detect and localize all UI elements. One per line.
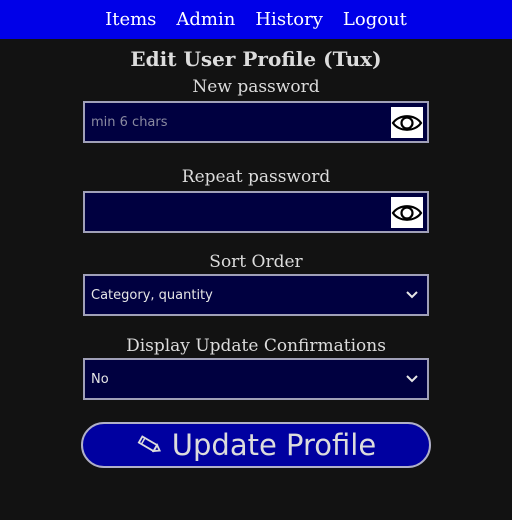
repeat-password-field-wrapper — [83, 191, 429, 233]
nav-history[interactable]: History — [255, 9, 323, 30]
show-password-toggle[interactable] — [391, 107, 423, 138]
sort-order-label: Sort Order — [209, 252, 303, 272]
show-repeat-password-toggle[interactable] — [391, 197, 423, 228]
update-profile-button[interactable]: Update Profile — [81, 422, 431, 468]
new-password-label: New password — [192, 77, 320, 97]
eye-icon — [391, 114, 423, 131]
display-confirmations-label: Display Update Confirmations — [126, 336, 386, 356]
update-profile-label: Update Profile — [171, 428, 377, 462]
page-title: Edit User Profile (Tux) — [130, 47, 382, 71]
nav-items[interactable]: Items — [105, 9, 156, 30]
new-password-field-wrapper — [83, 101, 429, 143]
new-password-input[interactable] — [85, 103, 427, 141]
repeat-password-input[interactable] — [85, 193, 427, 231]
chevron-down-icon — [406, 291, 418, 299]
repeat-password-label: Repeat password — [181, 167, 331, 187]
display-confirmations-select[interactable]: No — [83, 358, 429, 400]
eye-icon — [391, 204, 423, 221]
top-nav: Items Admin History Logout — [0, 0, 512, 39]
pencil-icon — [137, 435, 161, 453]
nav-logout[interactable]: Logout — [343, 9, 407, 30]
sort-order-value: Category, quantity — [91, 287, 213, 303]
nav-admin[interactable]: Admin — [176, 9, 235, 30]
chevron-down-icon — [406, 375, 418, 383]
sort-order-select[interactable]: Category, quantity — [83, 274, 429, 316]
display-confirmations-value: No — [91, 371, 109, 387]
